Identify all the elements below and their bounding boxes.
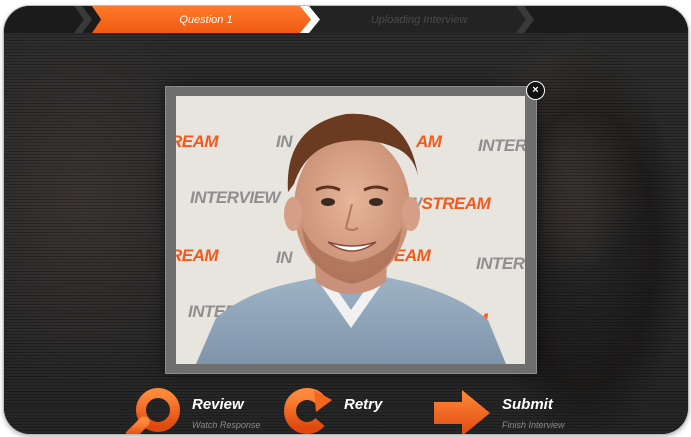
retry-label: Retry bbox=[344, 396, 382, 413]
submit-button[interactable]: Submit Finish Interview bbox=[432, 388, 582, 434]
video-modal: REAM IN AM INTER INTERVIEW WSTREAM REAM … bbox=[165, 86, 537, 374]
progress-chevron-icon bbox=[74, 6, 92, 33]
submit-label: Submit bbox=[502, 396, 553, 413]
review-sublabel: Watch Response bbox=[192, 420, 260, 430]
progress-bar: Question 1 Uploading Interview bbox=[4, 6, 688, 33]
progress-step-question: Question 1 bbox=[92, 6, 320, 33]
progress-step-uploading: Uploading Interview bbox=[304, 6, 534, 33]
retry-icon bbox=[280, 388, 336, 434]
submit-sublabel: Finish Interview bbox=[502, 420, 565, 430]
close-icon[interactable]: × bbox=[526, 81, 545, 100]
magnifier-icon bbox=[126, 388, 182, 434]
progress-step-label: Uploading Interview bbox=[371, 14, 468, 26]
person-illustration bbox=[176, 96, 525, 364]
review-label: Review bbox=[192, 396, 244, 413]
review-button[interactable]: Review Watch Response bbox=[126, 388, 276, 434]
video-player[interactable]: REAM IN AM INTER INTERVIEW WSTREAM REAM … bbox=[176, 96, 525, 364]
arrow-right-icon bbox=[432, 388, 494, 434]
progress-step-label: Question 1 bbox=[179, 14, 232, 26]
interview-app: Question 1 Uploading Interview REAM IN A… bbox=[4, 6, 688, 434]
retry-button[interactable]: Retry bbox=[280, 388, 410, 434]
